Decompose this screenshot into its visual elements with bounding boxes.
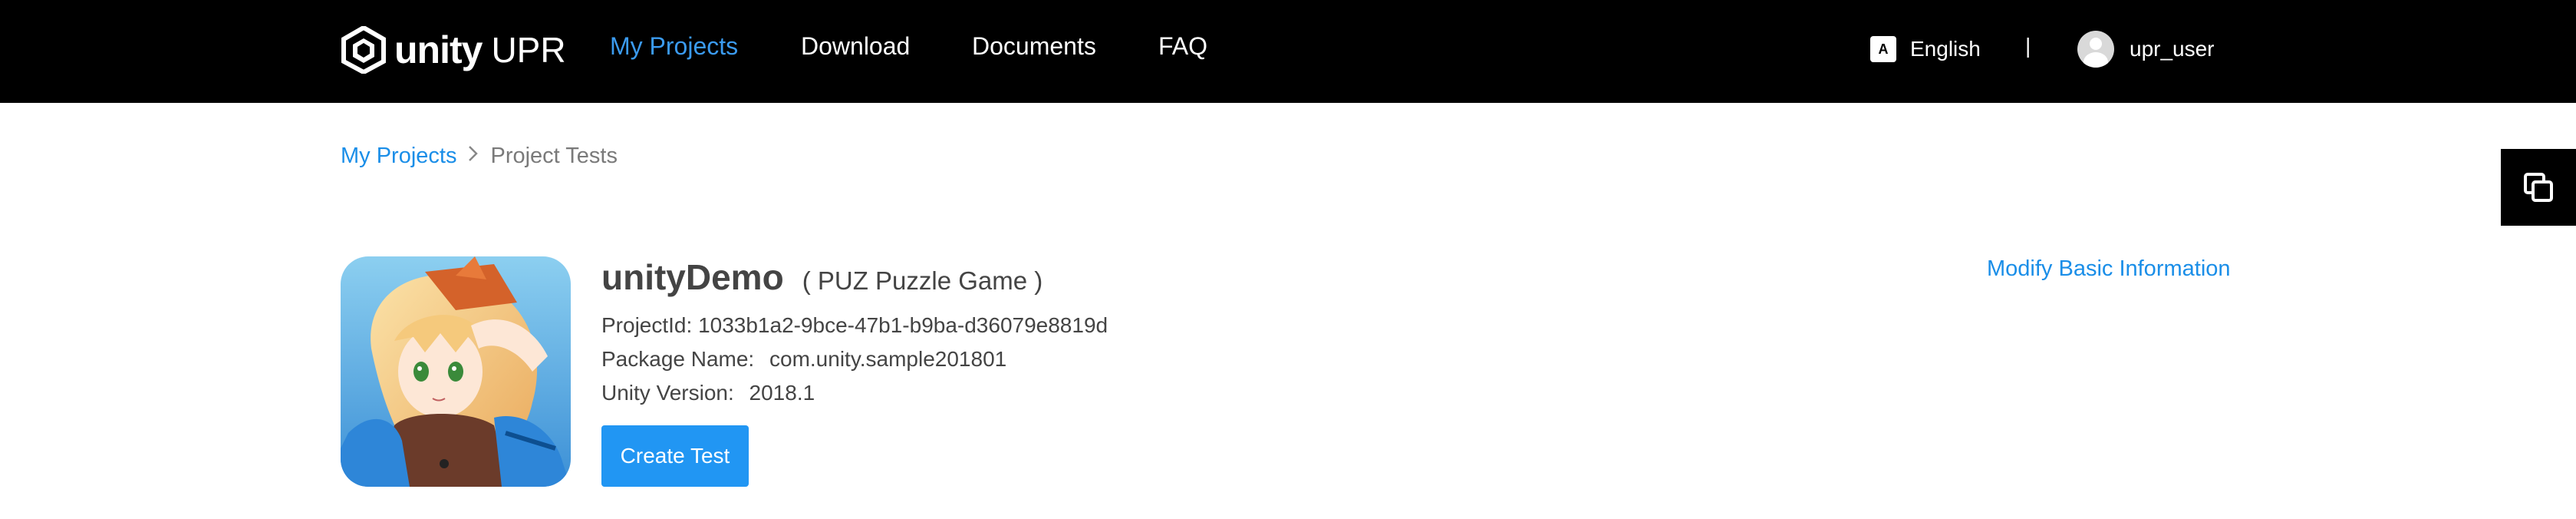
nav-my-projects[interactable]: My Projects bbox=[610, 32, 738, 61]
package-name-value: com.unity.sample201801 bbox=[769, 347, 1007, 371]
username: upr_user bbox=[2130, 37, 2215, 61]
user-avatar-icon bbox=[2077, 31, 2114, 68]
create-test-button[interactable]: Create Test bbox=[601, 425, 749, 487]
header-divider: | bbox=[2025, 34, 2031, 58]
top-navigation-bar: unity UPR My Projects Download Documents… bbox=[0, 0, 2576, 103]
breadcrumb-my-projects[interactable]: My Projects bbox=[341, 144, 456, 169]
nav-download[interactable]: Download bbox=[801, 32, 910, 61]
unity-version-label: Unity Version: bbox=[601, 381, 734, 405]
translate-icon: A bbox=[1870, 36, 1896, 62]
project-id-value: 1033b1a2-9bce-47b1-b9ba-d36079e8819d bbox=[698, 313, 1108, 337]
language-label: English bbox=[1910, 37, 1981, 61]
package-name-label: Package Name: bbox=[601, 347, 755, 371]
side-floating-button[interactable] bbox=[2501, 149, 2576, 226]
package-name-row: Package Name: com.unity.sample201801 bbox=[601, 347, 1006, 372]
project-title: unityDemo ( PUZ Puzzle Game ) bbox=[601, 256, 1043, 298]
copy-window-icon bbox=[2524, 173, 2553, 202]
modify-basic-information-link[interactable]: Modify Basic Information bbox=[1987, 256, 2231, 282]
project-id-row: ProjectId: 1033b1a2-9bce-47b1-b9ba-d3607… bbox=[601, 313, 1108, 338]
project-name: unityDemo bbox=[601, 257, 784, 297]
nav-faq[interactable]: FAQ bbox=[1158, 32, 1207, 61]
unity-version-row: Unity Version: 2018.1 bbox=[601, 381, 815, 405]
language-selector[interactable]: A English bbox=[1870, 34, 1981, 64]
nav-documents[interactable]: Documents bbox=[972, 32, 1096, 61]
breadcrumb-current: Project Tests bbox=[490, 143, 618, 168]
brand-name: unity bbox=[394, 28, 483, 71]
breadcrumb: My Projects Project Tests bbox=[341, 143, 618, 169]
brand-suffix: UPR bbox=[491, 30, 566, 70]
user-menu[interactable]: upr_user bbox=[2077, 29, 2215, 69]
chevron-right-icon bbox=[467, 143, 479, 169]
project-genre: ( PUZ Puzzle Game ) bbox=[802, 266, 1043, 295]
project-id-label: ProjectId: bbox=[601, 313, 693, 337]
unity-logo-icon bbox=[341, 26, 386, 74]
project-thumbnail bbox=[341, 256, 571, 487]
unity-upr-logo[interactable]: unity UPR bbox=[341, 26, 566, 74]
unity-version-value: 2018.1 bbox=[749, 381, 815, 405]
